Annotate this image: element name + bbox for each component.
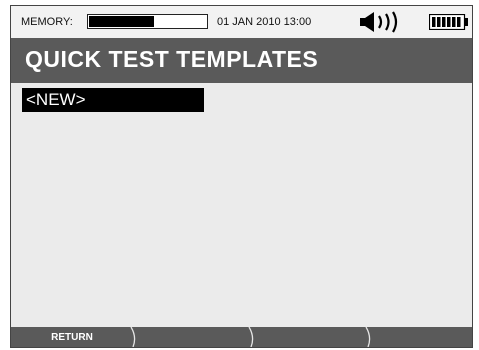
- softkey-3[interactable]: [251, 327, 368, 347]
- softkey-2[interactable]: [133, 327, 251, 347]
- page-title: QUICK TEST TEMPLATES: [25, 46, 319, 72]
- memory-label: MEMORY:: [21, 16, 73, 28]
- memory-gauge: [87, 14, 208, 29]
- softkey-return[interactable]: RETURN: [11, 327, 133, 347]
- device-screen: MEMORY: 01 JAN 2010 13:00 QUICK TEST TEM…: [10, 5, 473, 348]
- softkey-return-label: RETURN: [51, 332, 93, 343]
- speaker-volume-icon: [359, 10, 409, 39]
- status-bar: MEMORY: 01 JAN 2010 13:00: [11, 6, 472, 38]
- memory-gauge-fill: [89, 16, 155, 27]
- softkey-bar: RETURN: [11, 327, 472, 347]
- datetime: 01 JAN 2010 13:00: [217, 16, 312, 28]
- template-list: <NEW>: [22, 88, 204, 112]
- battery-full-icon: [428, 13, 469, 35]
- list-item-new[interactable]: <NEW>: [22, 88, 204, 112]
- softkey-4[interactable]: [368, 327, 472, 347]
- title-bar: QUICK TEST TEMPLATES: [11, 38, 472, 83]
